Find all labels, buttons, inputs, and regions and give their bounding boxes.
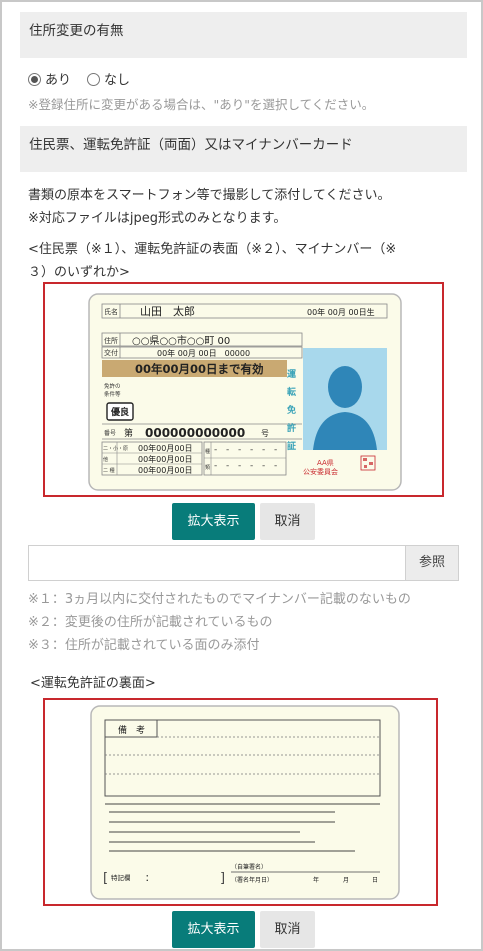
license-back-preview: 備 考 [ 特記欄 ： ] （自筆署名） （署名年月日） 年 月 日	[43, 698, 438, 906]
license-name: 山田 太郎	[140, 304, 195, 318]
svg-text:]: ]	[220, 871, 225, 886]
license-number-label: 番号	[104, 430, 116, 437]
front-image-label: <住民票（※１）、運転免許証の表面（※２）、マイナンバー（※	[28, 242, 397, 257]
license-issue-label: 交付	[104, 348, 118, 357]
footnote-3: ※３：住所が記載されている面のみ添付	[28, 638, 260, 653]
svg-text:00年00月00日: 00年00月00日	[138, 443, 193, 453]
license-number: 000000000000	[145, 426, 245, 440]
svg-text:00年00月00日: 00年00月00日	[138, 465, 193, 475]
svg-text:号: 号	[261, 429, 269, 438]
svg-text:他: 他	[103, 456, 108, 463]
svg-text:-: -	[250, 445, 253, 455]
svg-text:年: 年	[313, 876, 319, 884]
back-image-label: <運転免許証の裏面>	[30, 676, 156, 691]
license-address-label: 住所	[104, 336, 118, 345]
svg-text:-: -	[274, 461, 277, 471]
svg-text:-: -	[214, 461, 217, 471]
svg-text:-: -	[238, 445, 241, 455]
license-remarks-label: 備 考	[118, 724, 145, 736]
svg-text:条件等: 条件等	[104, 390, 121, 398]
svg-text:月: 月	[343, 877, 349, 884]
license-issuer: AA県	[317, 459, 334, 467]
license-birth: 00年 00月 00日生	[307, 307, 375, 317]
svg-text:二 種: 二 種	[103, 467, 115, 474]
radio-no[interactable]	[87, 73, 100, 86]
svg-text:-: -	[250, 461, 253, 471]
license-front-illustration: 氏名 山田 太郎 00年 00月 00日生 住所 ○○県○○市○○町 00 交付…	[88, 293, 402, 491]
svg-text:転: 転	[287, 386, 296, 398]
file-format-note: ※対応ファイルはjpeg形式のみとなります。	[28, 211, 287, 226]
radio-no-label: なし	[104, 73, 131, 88]
svg-text:-: -	[262, 445, 265, 455]
license-special-label: 特記欄	[111, 873, 131, 882]
svg-text:-: -	[226, 445, 229, 455]
svg-text:二・小・原: 二・小・原	[103, 445, 128, 452]
svg-text:運: 運	[287, 369, 296, 380]
license-valid: 00年00月00日まで有効	[135, 362, 264, 376]
license-sign-label: （自筆署名）	[231, 863, 267, 871]
svg-text:証: 証	[287, 440, 296, 452]
section-heading-documents: 住民票、運転免許証（両面）又はマイナンバーカード	[20, 126, 467, 172]
license-address: ○○県○○市○○町 00	[132, 334, 230, 347]
license-back-illustration: 備 考 [ 特記欄 ： ] （自筆署名） （署名年月日） 年 月 日	[90, 705, 400, 900]
svg-text:日: 日	[372, 877, 378, 884]
footnote-1: ※１：3ヵ月以内に交付されたものでマイナンバー記載のないもの	[28, 592, 411, 607]
svg-text:00年00月00日: 00年00月00日	[138, 454, 193, 464]
license-front-preview: 氏名 山田 太郎 00年 00月 00日生 住所 ○○県○○市○○町 00 交付…	[43, 282, 444, 497]
license-excellent: 優良	[110, 406, 129, 418]
cancel-button-back[interactable]: 取消	[260, 911, 315, 948]
svg-text:種: 種	[205, 448, 210, 455]
svg-text:：: ：	[145, 874, 154, 884]
section-heading-address-change: 住所変更の有無	[20, 12, 467, 58]
radio-option-yes[interactable]: あり	[28, 69, 71, 88]
svg-text:-: -	[214, 445, 217, 455]
radio-yes[interactable]	[28, 73, 41, 86]
svg-text:-: -	[274, 445, 277, 455]
front-image-label-cont: ３）のいずれか>	[28, 265, 130, 280]
svg-text:類: 類	[205, 464, 210, 471]
svg-text:公安委員会: 公安委員会	[303, 467, 338, 476]
address-change-note: ※登録住所に変更がある場合は、"あり"を選択してください。	[28, 97, 375, 112]
svg-text:免: 免	[287, 404, 296, 416]
radio-option-no[interactable]: なし	[87, 69, 130, 88]
svg-text:（署名年月日）: （署名年月日）	[231, 876, 273, 884]
svg-text:-: -	[262, 461, 265, 471]
license-name-label: 氏名	[104, 307, 118, 316]
browse-button[interactable]: 参照	[405, 545, 459, 581]
svg-text:許: 許	[287, 422, 296, 434]
svg-text:-: -	[226, 461, 229, 471]
svg-text:-: -	[238, 461, 241, 471]
footnote-2: ※２：変更後の住所が記載されているもの	[28, 615, 273, 630]
zoom-button-back[interactable]: 拡大表示	[172, 911, 255, 948]
license-issue: 00年 00月 00日 00000	[157, 348, 250, 358]
zoom-button-front[interactable]: 拡大表示	[172, 503, 255, 540]
radio-yes-label: あり	[45, 73, 72, 88]
license-condition-label: 免許の	[104, 382, 121, 390]
file-path-input[interactable]	[28, 545, 406, 581]
svg-text:[: [	[103, 871, 108, 886]
cancel-button-front[interactable]: 取消	[260, 503, 315, 540]
svg-text:第: 第	[124, 427, 133, 439]
instruction-text: 書類の原本をスマートフォン等で撮影して添付してください。	[28, 188, 391, 203]
